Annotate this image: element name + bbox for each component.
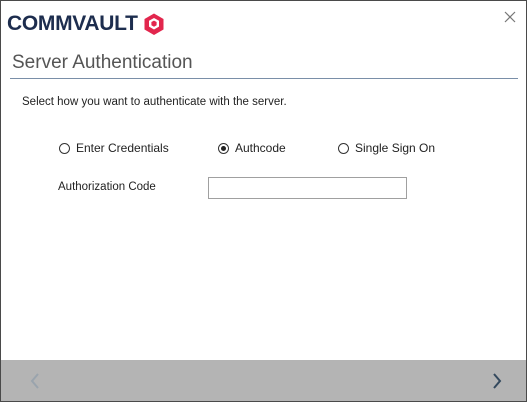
radio-authcode[interactable]: Authcode (218, 141, 286, 155)
page-title: Server Authentication (12, 52, 193, 73)
radio-label: Enter Credentials (76, 141, 169, 155)
chevron-right-icon (493, 373, 502, 389)
commvault-cube-icon (144, 13, 164, 35)
authorization-code-label: Authorization Code (58, 181, 156, 193)
radio-label: Authcode (235, 141, 286, 155)
wizard-footer (1, 360, 526, 401)
radio-label: Single Sign On (355, 141, 436, 155)
chevron-left-icon (30, 373, 39, 389)
next-button[interactable] (486, 371, 506, 391)
radio-circle[interactable] (338, 142, 349, 154)
back-button[interactable] (26, 371, 46, 391)
instruction-text: Select how you want to authenticate with… (22, 96, 287, 108)
logo-text: COMMVAULT (7, 12, 138, 35)
radio-circle[interactable] (218, 142, 229, 154)
close-button[interactable] (502, 9, 518, 25)
radio-circle[interactable] (59, 142, 70, 154)
server-authentication-window: COMMVAULT Server Authentication Select h… (0, 0, 527, 402)
commvault-logo: COMMVAULT (7, 11, 166, 37)
close-icon (504, 11, 516, 23)
authorization-code-input[interactable] (208, 177, 407, 199)
radio-enter-credentials[interactable]: Enter Credentials (59, 141, 169, 155)
title-divider (10, 78, 518, 79)
radio-single-sign-on[interactable]: Single Sign On (338, 141, 435, 155)
